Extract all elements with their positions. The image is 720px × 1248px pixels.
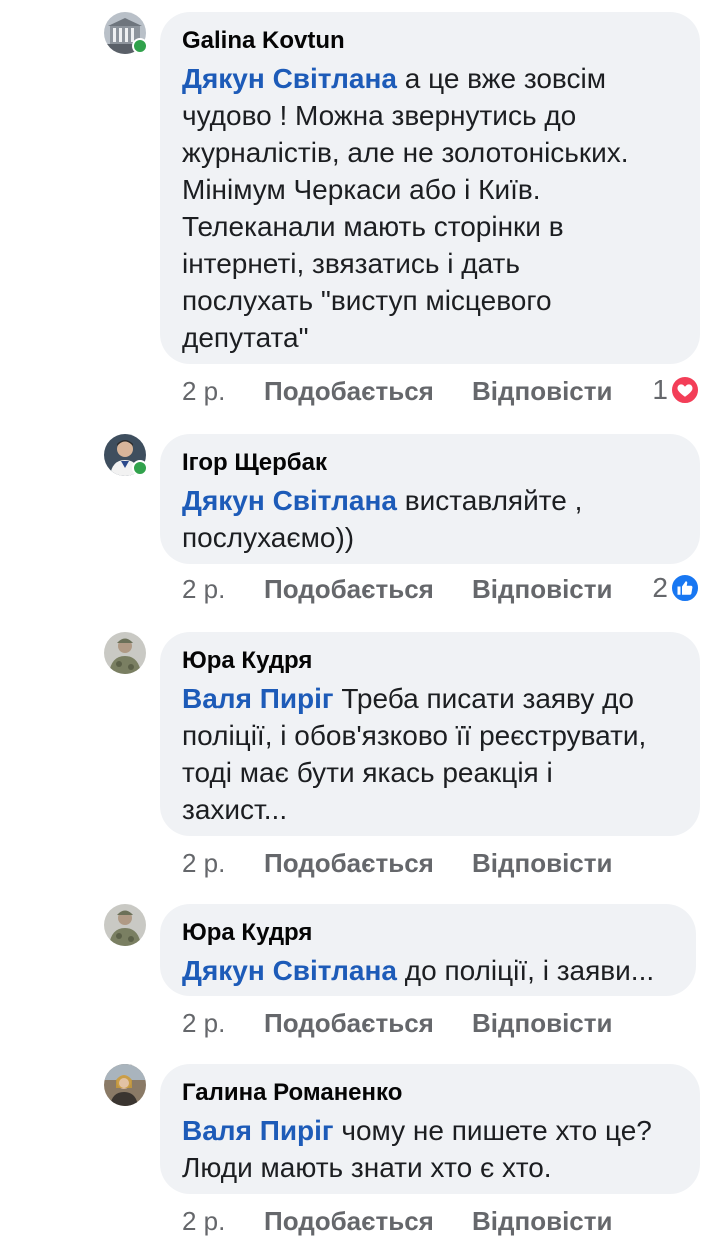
mention-link[interactable]: Валя Пиріг [182, 1115, 334, 1146]
reaction-summary[interactable]: 2 [652, 572, 700, 604]
comment-actions: 2 р. Подобається Відповісти [182, 376, 612, 407]
comment-text: Дякун Світлана виставляйте , послухаємо)… [182, 482, 678, 556]
avatar[interactable] [104, 904, 146, 946]
comment-body: а це вже зовсім чудово ! Можна звернутис… [182, 63, 629, 353]
comment-bubble[interactable]: Ігор Щербак Дякун Світлана виставляйте ,… [160, 434, 700, 564]
reaction-summary[interactable]: 1 [652, 374, 700, 406]
comment-actions: 2 р. Подобається Відповісти [182, 574, 612, 605]
comment-author[interactable]: Галина Романенко [182, 1078, 678, 1108]
avatar[interactable] [104, 434, 148, 476]
online-status-dot [132, 38, 148, 54]
like-button[interactable]: Подобається [264, 574, 472, 605]
reply-button[interactable]: Відповісти [472, 848, 612, 879]
comment-bubble[interactable]: Юра Кудря Валя Пиріг Треба писати заяву … [160, 632, 700, 836]
mention-link[interactable]: Дякун Світлана [182, 955, 397, 986]
comment-time[interactable]: 2 р. [182, 1206, 264, 1237]
comment-text: Дякун Світлана до поліції, і заяви... [182, 952, 674, 989]
online-status-dot [132, 460, 148, 476]
reply-button[interactable]: Відповісти [472, 376, 612, 407]
avatar-image [104, 904, 146, 946]
mention-link[interactable]: Валя Пиріг [182, 683, 334, 714]
avatar[interactable] [104, 632, 146, 674]
avatar-image [104, 632, 146, 674]
comment-time[interactable]: 2 р. [182, 848, 264, 879]
avatar[interactable] [104, 12, 148, 54]
comment-time[interactable]: 2 р. [182, 1008, 264, 1039]
avatar-image [104, 1064, 146, 1106]
comment-time[interactable]: 2 р. [182, 574, 264, 605]
comment-actions: 2 р. Подобається Відповісти [182, 848, 612, 879]
comment-text: Валя Пиріг Треба писати заяву до поліції… [182, 680, 678, 828]
love-icon [670, 375, 700, 405]
like-button[interactable]: Подобається [264, 848, 472, 879]
comment-author[interactable]: Юра Кудря [182, 646, 678, 676]
comment-body: до поліції, і заяви... [404, 955, 655, 986]
like-button[interactable]: Подобається [264, 1206, 472, 1237]
reaction-count: 1 [652, 374, 668, 405]
mention-link[interactable]: Дякун Світлана [182, 63, 397, 94]
reply-button[interactable]: Відповісти [472, 574, 612, 605]
comment-bubble[interactable]: Галина Романенко Валя Пиріг чому не пише… [160, 1064, 700, 1194]
comment-actions: 2 р. Подобається Відповісти [182, 1008, 612, 1039]
comment-text: Дякун Світлана а це вже зовсім чудово ! … [182, 60, 678, 356]
comment-author[interactable]: Юра Кудря [182, 918, 674, 948]
reply-button[interactable]: Відповісти [472, 1206, 612, 1237]
like-icon [670, 573, 700, 603]
like-button[interactable]: Подобається [264, 376, 472, 407]
comment-bubble[interactable]: Galina Kovtun Дякун Світлана а це вже зо… [160, 12, 700, 364]
avatar[interactable] [104, 1064, 146, 1106]
reply-button[interactable]: Відповісти [472, 1008, 612, 1039]
comment-time[interactable]: 2 р. [182, 376, 264, 407]
like-button[interactable]: Подобається [264, 1008, 472, 1039]
comment-bubble[interactable]: Юра Кудря Дякун Світлана до поліції, і з… [160, 904, 696, 996]
comment-text: Валя Пиріг чому не пишете хто це? Люди м… [182, 1112, 678, 1186]
mention-link[interactable]: Дякун Світлана [182, 485, 397, 516]
reaction-count: 2 [652, 572, 668, 603]
comment-author[interactable]: Galina Kovtun [182, 26, 678, 56]
comment-actions: 2 р. Подобається Відповісти [182, 1206, 612, 1237]
comment-author[interactable]: Ігор Щербак [182, 448, 678, 478]
